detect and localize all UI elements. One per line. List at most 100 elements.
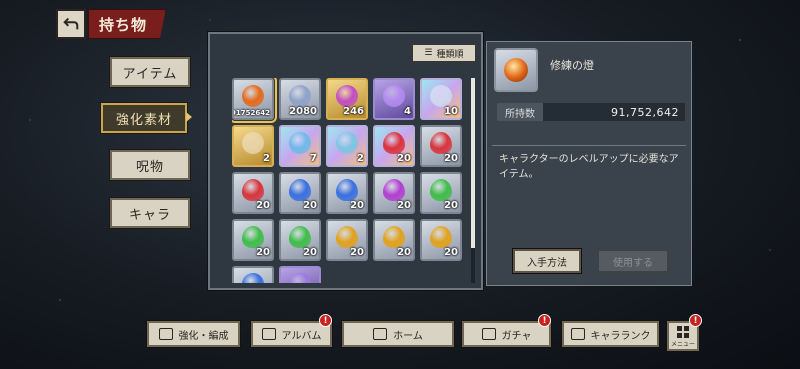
flame-icon [383, 178, 405, 201]
item-count: 20 [303, 200, 317, 211]
orb-icon [289, 272, 311, 283]
inventory-item[interactable]: 20 [420, 219, 462, 261]
scrollbar-thumb[interactable] [471, 78, 475, 248]
sort-button[interactable]: ☰ 種類順 [412, 44, 476, 62]
detail-item-name: 修練の燈 [550, 59, 594, 72]
flame-icon [289, 225, 311, 248]
item-count: 2 [357, 153, 364, 164]
nav-enhance-formation[interactable]: 強化・編成 [146, 320, 241, 348]
item-count: 20 [303, 247, 317, 258]
inventory-item[interactable] [279, 266, 321, 283]
orb-icon [242, 272, 264, 283]
nav-gacha-label: ガチャ [501, 330, 532, 342]
crystal-wings-icon [383, 84, 405, 107]
inventory-item[interactable]: 20 [373, 125, 415, 167]
nav-character-rank-label: キャラランク [590, 330, 651, 342]
item-count: 20 [397, 153, 411, 164]
inventory-item[interactable]: 2 [326, 125, 368, 167]
flame-icon [430, 178, 452, 201]
flame-icon [430, 225, 452, 248]
inventory-item[interactable]: 20 [279, 219, 321, 261]
tab-enhance-materials[interactable]: 強化素材 [100, 102, 188, 134]
active-tab-arrow-icon [186, 112, 192, 122]
owned-quantity-value: 91,752,642 [611, 105, 679, 119]
rank-icon [570, 328, 585, 340]
inventory-item[interactable]: 7 [279, 125, 321, 167]
flame-icon [336, 225, 358, 248]
nav-home-label: ホーム [393, 330, 423, 342]
menu-notification-badge: ! [689, 314, 702, 327]
back-arrow-icon [63, 17, 79, 30]
inventory-item[interactable]: 20 [420, 125, 462, 167]
page-title: 持ち物 [88, 9, 166, 39]
home-icon [373, 328, 388, 340]
menu-label: メニュー [670, 341, 695, 348]
crystal-icon [336, 84, 358, 107]
nav-character-rank[interactable]: キャラランク [561, 320, 660, 348]
inventory-item[interactable]: 20 [373, 172, 415, 214]
inventory-item[interactable]: 20 [279, 172, 321, 214]
item-description: キャラクターのレベルアップに必要なアイテム。 [499, 154, 679, 180]
item-count: 20 [397, 200, 411, 211]
flame-icon [289, 178, 311, 201]
inventory-item[interactable] [232, 266, 274, 283]
ember-orb-icon [504, 58, 528, 82]
statue-icon [336, 131, 358, 154]
inventory-item[interactable]: 20 [373, 219, 415, 261]
item-count: 246 [343, 106, 364, 117]
inventory-item[interactable]: 20 [326, 172, 368, 214]
crystal-icon [289, 84, 311, 107]
item-count: 4 [404, 106, 411, 117]
nav-home[interactable]: ホーム [341, 320, 455, 348]
flame-icon [383, 131, 405, 154]
detail-item-icon [494, 48, 538, 92]
use-item-button[interactable]: 使用する [597, 249, 669, 273]
tab-cursed-objects[interactable]: 呪物 [109, 149, 191, 181]
item-count: 20 [256, 247, 270, 258]
flame-icon [242, 225, 264, 248]
nav-gacha[interactable]: ガチャ [461, 320, 552, 348]
tab-characters[interactable]: キャラ [109, 197, 191, 229]
flame-icon [336, 178, 358, 201]
owned-quantity-label: 所持数 [497, 103, 543, 121]
inventory-item[interactable]: 10 [420, 78, 462, 120]
inventory-item[interactable]: 246 [326, 78, 368, 120]
item-count: 2080 [289, 106, 317, 117]
feather-icon [242, 131, 264, 154]
detail-divider [492, 145, 686, 146]
grid-menu-icon [677, 326, 689, 338]
inventory-item[interactable]: 4 [373, 78, 415, 120]
ember-orb-icon [242, 84, 264, 107]
inventory-scrollbar[interactable] [471, 78, 475, 283]
item-count: 7 [310, 153, 317, 164]
nav-enhance-formation-label: 強化・編成 [178, 330, 229, 342]
inventory-item[interactable]: 20 [232, 172, 274, 214]
item-grid: 91752642 2080 246 4 10 2 7 2 20 20 20 20 20 20 20 20 20 2… [232, 78, 468, 283]
inventory-item[interactable]: 2080 [279, 78, 321, 120]
sort-icon: ☰ [424, 48, 433, 58]
shard-icon [430, 84, 452, 107]
inventory-item[interactable]: 20 [420, 172, 462, 214]
item-count: 20 [350, 247, 364, 258]
flame-icon [242, 178, 264, 201]
inventory-item[interactable]: 20 [326, 219, 368, 261]
item-count: 20 [444, 200, 458, 211]
nav-album-label: アルバム [281, 330, 322, 342]
inventory-item[interactable]: 91752642 [232, 78, 277, 123]
item-count: 20 [397, 247, 411, 258]
owned-quantity-row: 所持数 91,752,642 [497, 103, 685, 121]
flame-icon [430, 131, 452, 154]
acquire-method-button[interactable]: 入手方法 [512, 248, 582, 274]
tab-items[interactable]: アイテム [109, 56, 191, 88]
spirit-icon [289, 131, 311, 154]
item-count: 20 [444, 247, 458, 258]
item-count: 20 [350, 200, 364, 211]
inventory-item[interactable]: 2 [232, 125, 274, 167]
gacha-notification-badge: ! [538, 314, 551, 327]
item-count: 10 [444, 106, 458, 117]
item-count: 2 [263, 153, 270, 164]
inventory-item[interactable]: 20 [232, 219, 274, 261]
back-button[interactable] [56, 9, 86, 39]
sort-label: 種類順 [436, 49, 464, 60]
album-notification-badge: ! [319, 314, 332, 327]
